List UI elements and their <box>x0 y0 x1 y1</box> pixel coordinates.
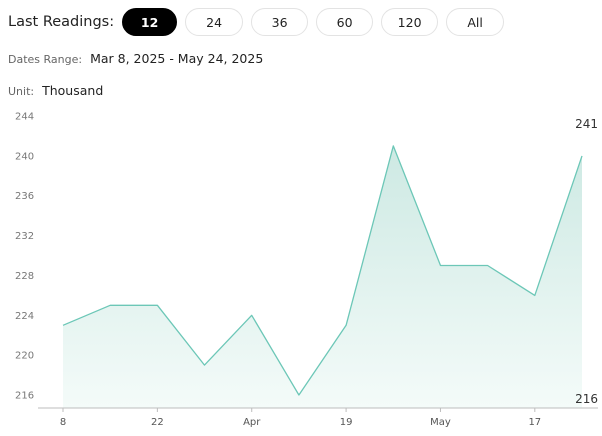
x-tick-label: 19 <box>340 417 353 428</box>
area-fill <box>63 145 582 408</box>
x-tick-label: 8 <box>60 417 66 428</box>
y-tick-label: 220 <box>15 351 34 362</box>
area-layer <box>62 145 583 408</box>
y-axis-ticks: 216 220 224 228 232 236 240 244 <box>15 112 34 402</box>
x-axis-ticks: 8 22 Apr 19 May 17 <box>60 408 541 428</box>
y-tick-label: 232 <box>15 231 34 242</box>
y-tick-label: 228 <box>15 271 34 282</box>
y-tick-label: 244 <box>15 112 34 123</box>
y-tick-label: 224 <box>15 311 34 322</box>
x-tick-label: 17 <box>528 417 541 428</box>
x-tick-label: May <box>430 417 451 428</box>
x-tick-label: 22 <box>151 417 164 428</box>
x-tick-label: Apr <box>243 417 261 428</box>
y-tick-label: 216 <box>15 391 34 402</box>
max-value-label: 241 <box>575 117 598 131</box>
y-tick-label: 236 <box>15 191 34 202</box>
area-chart: 216 220 224 228 232 236 240 244 8 22 Apr 19 May 17 2… <box>15 112 598 428</box>
min-value-label: 216 <box>575 392 598 406</box>
y-tick-label: 240 <box>15 151 34 162</box>
